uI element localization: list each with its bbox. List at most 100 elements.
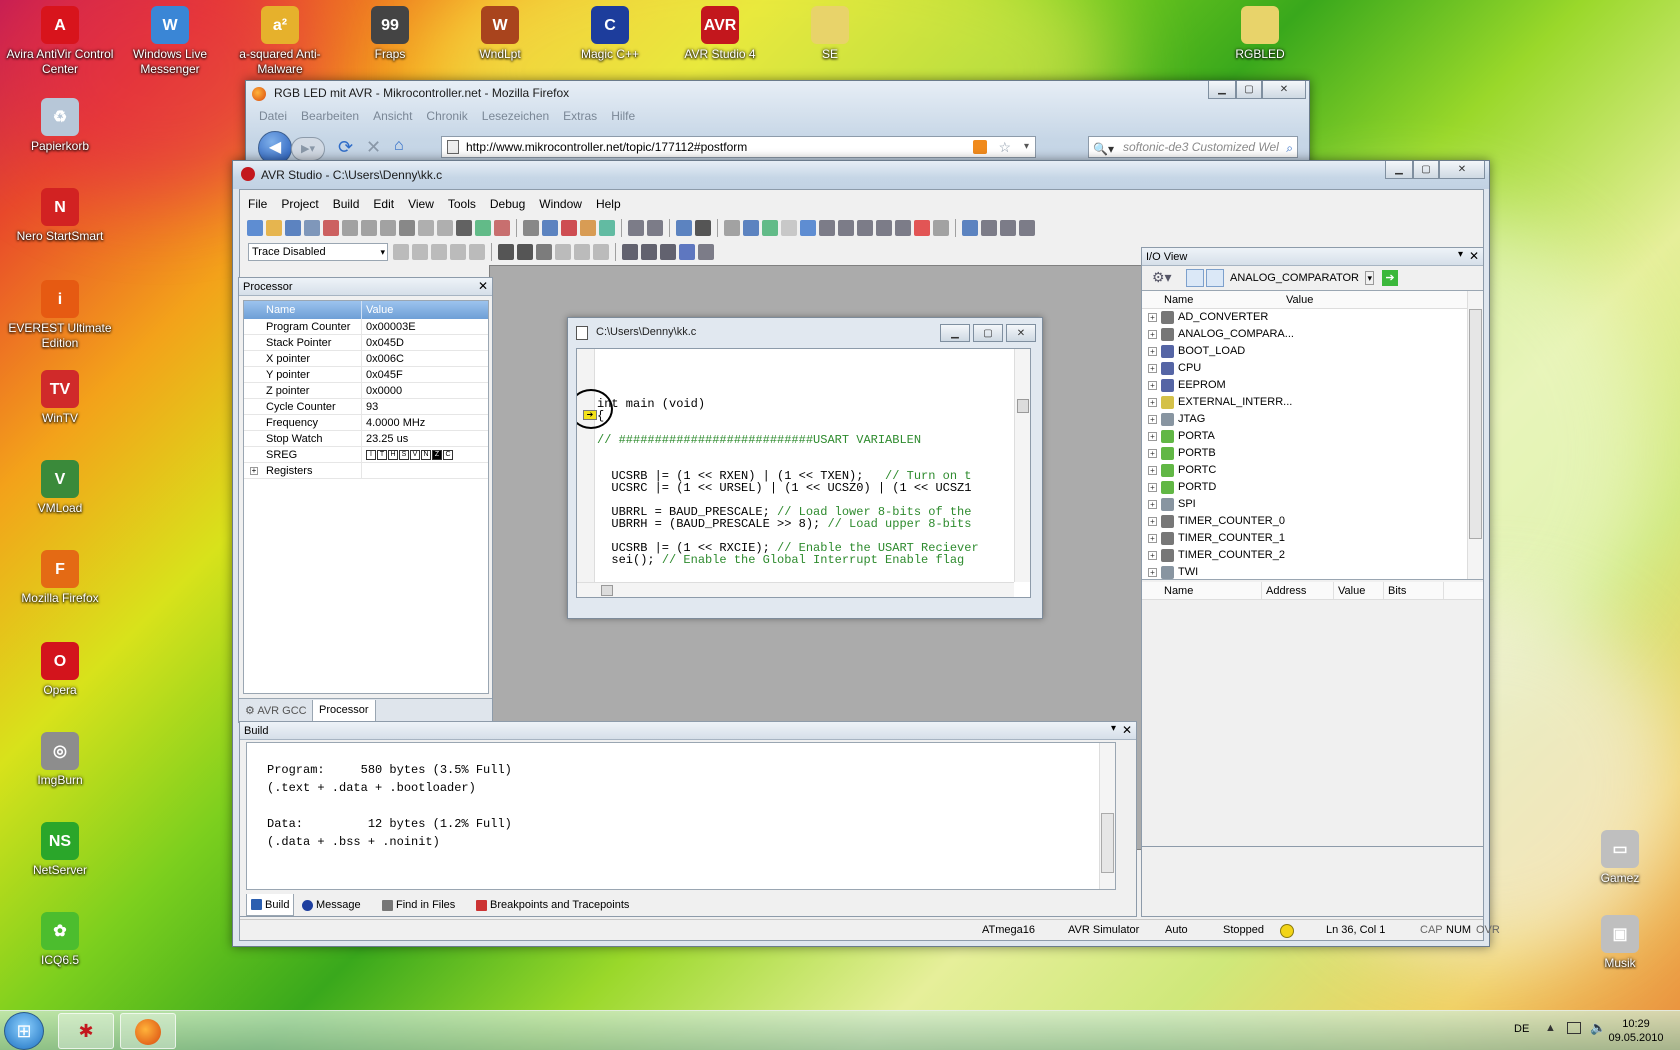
trace-step-icon[interactable] bbox=[431, 244, 447, 260]
desktop-icon-fraps[interactable]: 99 Fraps bbox=[330, 6, 450, 62]
menu-window[interactable]: Window bbox=[532, 195, 589, 213]
open-file-icon[interactable] bbox=[266, 220, 282, 236]
trace-clear-icon[interactable] bbox=[450, 244, 466, 260]
firefox-menu-hilfe[interactable]: Hilfe bbox=[604, 109, 642, 123]
io-item-external-interr[interactable]: + EXTERNAL_INTERR... bbox=[1142, 394, 1483, 411]
avr-icon[interactable] bbox=[517, 244, 533, 260]
io-item-spi[interactable]: + SPI bbox=[1142, 496, 1483, 513]
processor-row-sreg[interactable]: SREG I T H S V N Z C bbox=[244, 447, 488, 463]
tab-processor[interactable]: Processor bbox=[312, 700, 376, 722]
tab-avr-gcc[interactable]: ⚙ AVR GCC bbox=[245, 702, 307, 720]
desktop-icon-mozilla-firefox[interactable]: F Mozilla Firefox bbox=[0, 550, 120, 606]
menu-file[interactable]: File bbox=[241, 195, 274, 213]
desktop-icon-everest-ultimate-edition[interactable]: i EVEREST Ultimate Edition bbox=[0, 280, 120, 351]
io-item-boot-load[interactable]: + BOOT_LOAD bbox=[1142, 343, 1483, 360]
editor-hscroll-thumb[interactable] bbox=[601, 585, 613, 596]
indent-icon[interactable] bbox=[628, 220, 644, 236]
desktop-icon-vmload[interactable]: V VMLoad bbox=[0, 460, 120, 516]
processor-close-icon[interactable]: ✕ bbox=[478, 279, 488, 293]
tab-find-in-files[interactable]: Find in Files bbox=[382, 896, 455, 914]
expand-icon[interactable]: + bbox=[250, 467, 258, 475]
io-tree-scroll-thumb[interactable] bbox=[1469, 309, 1482, 539]
io-device-select[interactable]: ANALOG_COMPARATOR ▾ bbox=[1228, 269, 1376, 288]
firefox-menu-ansicht[interactable]: Ansicht bbox=[366, 109, 419, 123]
processor-row-registers[interactable]: + Registers bbox=[244, 463, 488, 479]
run-icon[interactable] bbox=[762, 220, 778, 236]
search-go-icon[interactable]: ⌕ bbox=[1286, 138, 1293, 157]
sreg-bit-i[interactable]: I bbox=[366, 449, 376, 460]
copy-icon[interactable] bbox=[361, 220, 377, 236]
undo-icon[interactable] bbox=[418, 220, 434, 236]
language-indicator[interactable]: DE bbox=[1514, 1023, 1529, 1035]
print-icon[interactable] bbox=[399, 220, 415, 236]
step-over-icon[interactable] bbox=[574, 244, 590, 260]
processor-grid[interactable]: Name Value Program Counter 0x00003E Stack … bbox=[243, 300, 489, 694]
build-dropdown-icon[interactable]: ▾ bbox=[1111, 723, 1116, 734]
url-dropdown-icon[interactable]: ▾ bbox=[1024, 137, 1029, 157]
expand-icon[interactable]: + bbox=[1148, 364, 1157, 373]
io-view-dropdown-icon[interactable]: ▾ bbox=[1458, 249, 1463, 260]
io-item-portd[interactable]: + PORTD bbox=[1142, 479, 1483, 496]
desktop-icon-gamez[interactable]: ▭ Gamez bbox=[1560, 830, 1680, 886]
stop-icon[interactable]: ✕ bbox=[366, 137, 381, 158]
auto-icon[interactable] bbox=[593, 244, 609, 260]
desktop-icon-windows-live-messenger[interactable]: W Windows Live Messenger bbox=[110, 6, 230, 77]
new-file-icon[interactable] bbox=[247, 220, 263, 236]
forward-button[interactable]: ▶▾ bbox=[291, 137, 325, 161]
firefox-maximize-button[interactable]: ▢ bbox=[1236, 81, 1262, 99]
find-in-files-icon[interactable] bbox=[523, 220, 539, 236]
firefox-menu-datei[interactable]: Datei bbox=[252, 109, 294, 123]
run-to-cursor-icon[interactable] bbox=[876, 220, 892, 236]
taskbar-firefox-icon[interactable] bbox=[120, 1013, 176, 1049]
menu-project[interactable]: Project bbox=[274, 195, 325, 213]
desktop-icon-magic-c[interactable]: C Magic C++ bbox=[550, 6, 670, 62]
url-field[interactable]: http://www.mikrocontroller.net/topic/177… bbox=[441, 136, 1036, 158]
build-icon[interactable] bbox=[561, 220, 577, 236]
processor-row-z-pointer[interactable]: Z pointer 0x0000 bbox=[244, 383, 488, 399]
processor-row-frequency[interactable]: Frequency 4.0000 MHz bbox=[244, 415, 488, 431]
processor-view-icon[interactable] bbox=[660, 244, 676, 260]
register-view-icon[interactable] bbox=[962, 220, 978, 236]
io-item-analog-compara[interactable]: + ANALOG_COMPARA... bbox=[1142, 326, 1483, 343]
avr-close-button[interactable]: ✕ bbox=[1439, 161, 1485, 179]
desktop-icon-se[interactable]: SE bbox=[770, 6, 890, 62]
expand-icon[interactable]: + bbox=[1148, 398, 1157, 407]
firefox-menu-chronik[interactable]: Chronik bbox=[419, 109, 474, 123]
step-over-icon[interactable] bbox=[838, 220, 854, 236]
desktop-icon-icq6-5[interactable]: ✿ ICQ6.5 bbox=[0, 912, 120, 968]
settings-icon[interactable] bbox=[698, 244, 714, 260]
expand-icon[interactable]: + bbox=[1148, 568, 1157, 577]
io-detail-col-name[interactable]: Name bbox=[1142, 582, 1262, 599]
clear-icon[interactable] bbox=[679, 244, 695, 260]
firefox-close-button[interactable]: ✕ bbox=[1262, 81, 1306, 99]
expand-icon[interactable]: + bbox=[1148, 551, 1157, 560]
firefox-minimize-button[interactable]: ▁ bbox=[1208, 81, 1236, 99]
save-icon[interactable] bbox=[285, 220, 301, 236]
io-item-porta[interactable]: + PORTA bbox=[1142, 428, 1483, 445]
firefox-menu-bearbeiten[interactable]: Bearbeiten bbox=[294, 109, 366, 123]
io-item-ad-converter[interactable]: + AD_CONVERTER bbox=[1142, 309, 1483, 326]
menu-tools[interactable]: Tools bbox=[441, 195, 483, 213]
start-button[interactable]: ⊞ bbox=[4, 1012, 44, 1050]
io-item-portb[interactable]: + PORTB bbox=[1142, 445, 1483, 462]
tab-build[interactable]: Build bbox=[246, 894, 295, 916]
avr-icon[interactable] bbox=[695, 220, 711, 236]
menu-build[interactable]: Build bbox=[326, 195, 367, 213]
io-item-portc[interactable]: + PORTC bbox=[1142, 462, 1483, 479]
desktop-icon-nero-startsmart[interactable]: N Nero StartSmart bbox=[0, 188, 120, 244]
remove-breakpoints-icon[interactable] bbox=[933, 220, 949, 236]
expand-icon[interactable]: + bbox=[1148, 517, 1157, 526]
io-settings-icon[interactable]: ⚙▾ bbox=[1152, 269, 1172, 287]
desktop-icon-musik[interactable]: ▣ Musik bbox=[1560, 915, 1680, 971]
bookmark-icon[interactable] bbox=[494, 220, 510, 236]
desktop-icon-rgbled[interactable]: RGBLED bbox=[1200, 6, 1320, 62]
tab-breakpoints-and-tracepoints[interactable]: Breakpoints and Tracepoints bbox=[476, 896, 629, 914]
expand-icon[interactable]: + bbox=[1148, 313, 1157, 322]
editor-hscrollbar[interactable] bbox=[577, 582, 1014, 597]
io-item-twi[interactable]: + TWI bbox=[1142, 564, 1483, 581]
watch-icon[interactable] bbox=[641, 244, 657, 260]
io-go-icon[interactable]: ➔ bbox=[1382, 270, 1398, 286]
reload-icon[interactable]: ⟳ bbox=[338, 137, 353, 158]
build-run-icon[interactable] bbox=[580, 220, 596, 236]
save-all-icon[interactable] bbox=[304, 220, 320, 236]
